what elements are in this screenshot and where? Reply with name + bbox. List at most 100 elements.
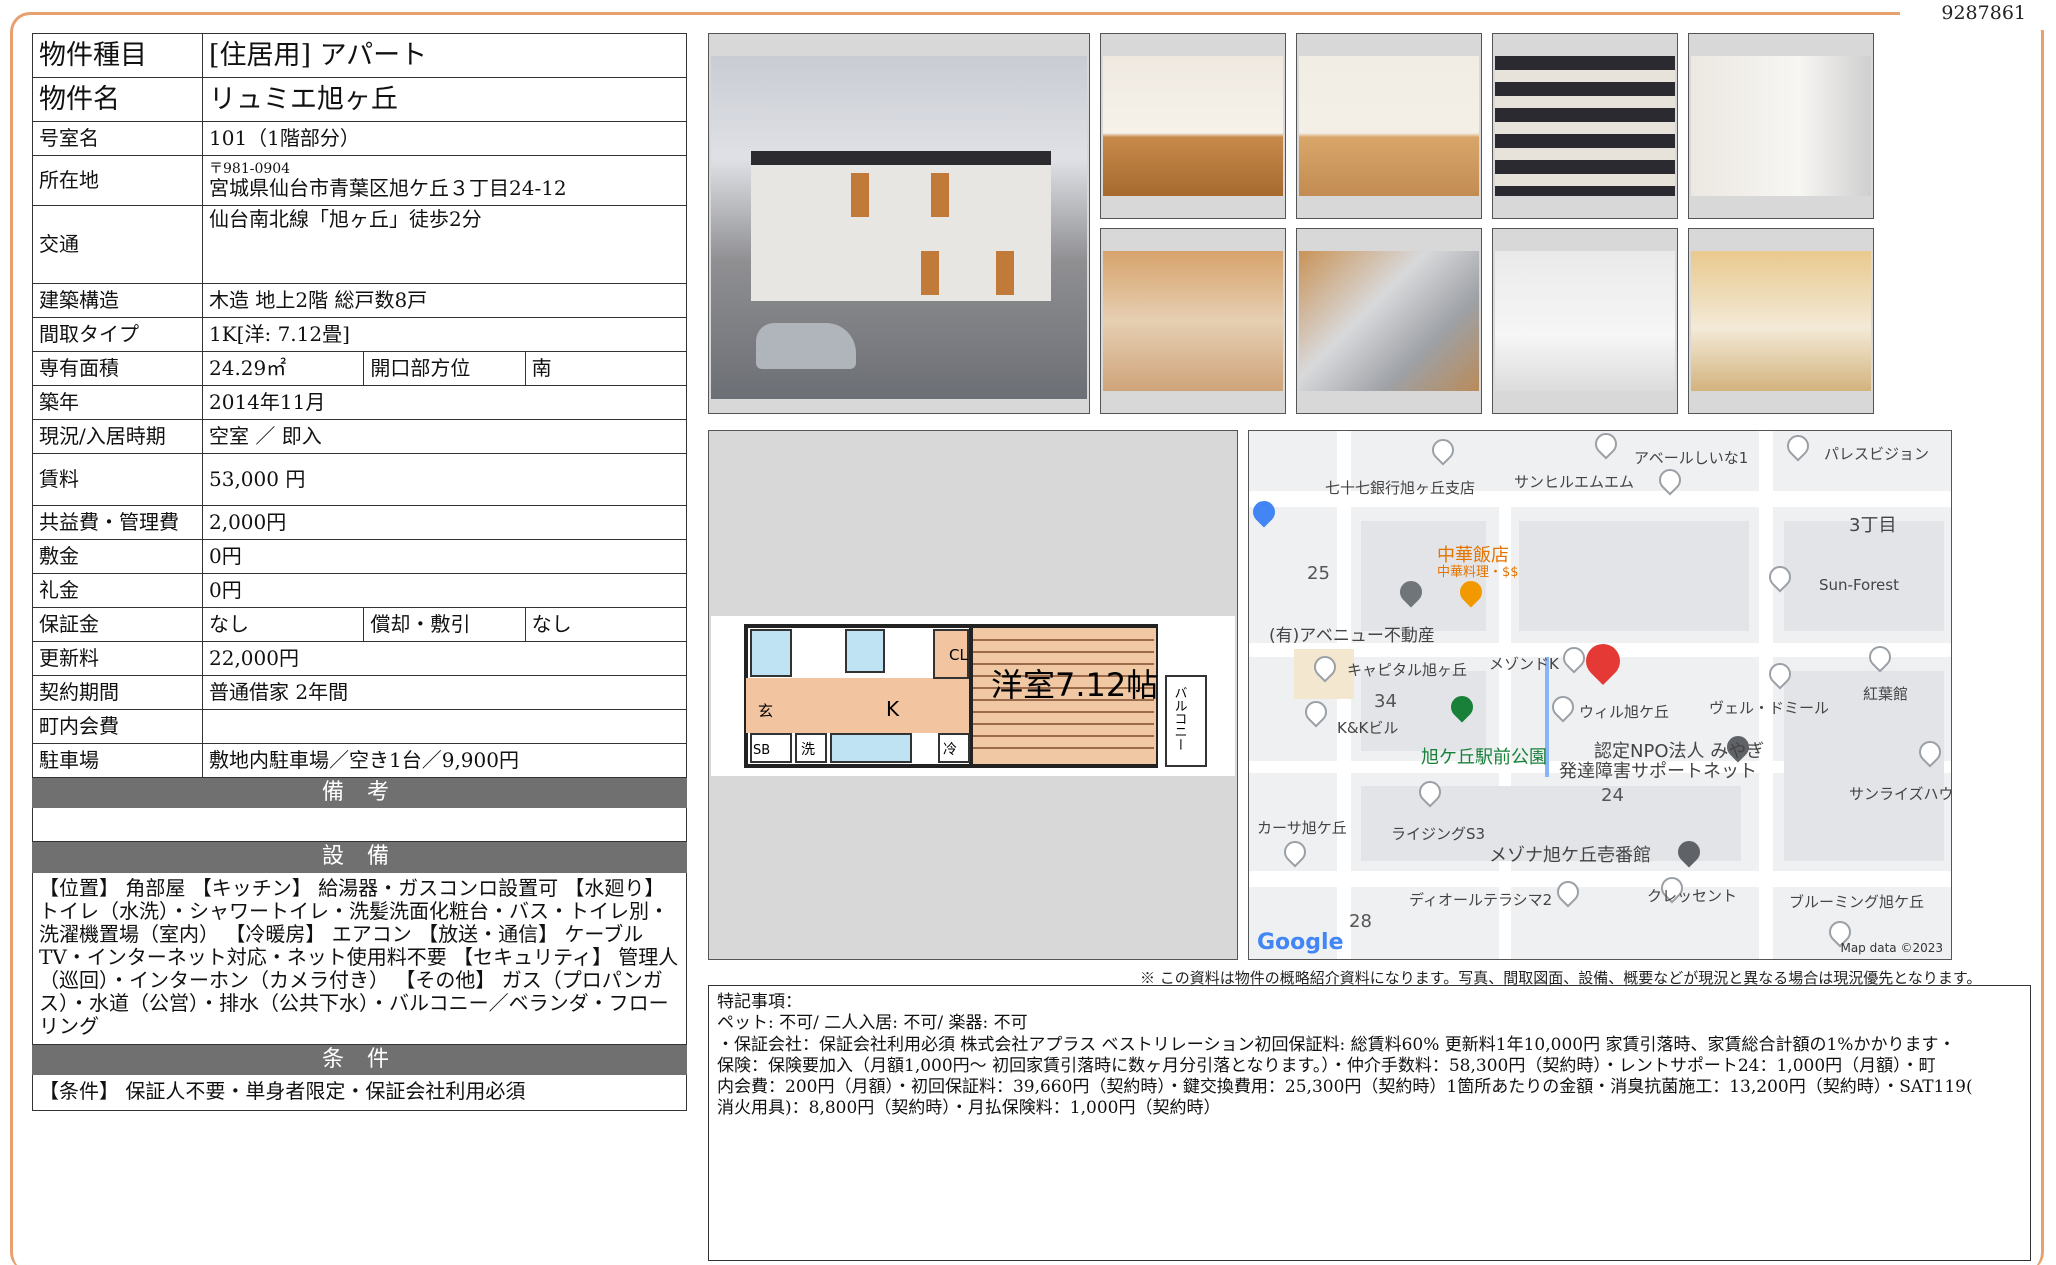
map-block-number: 34	[1374, 691, 1397, 712]
fee-label: 共益費・管理費	[32, 505, 203, 540]
rent-label: 賃料	[32, 453, 203, 506]
parking-value: 敷地内駐車場／空き1台／9,900円	[202, 743, 687, 778]
orientation-value: 南	[524, 351, 688, 386]
map-label: 七十七銀行旭ヶ丘支店	[1325, 479, 1476, 497]
map-label: 発達障害サポートネット	[1559, 761, 1757, 782]
car-illustration	[756, 323, 856, 369]
renewal-label: 更新料	[32, 641, 203, 676]
plan-room-label: 洋室7.12帖	[991, 666, 1158, 704]
parking-label: 駐車場	[32, 743, 203, 778]
key-money-label: 礼金	[32, 573, 203, 608]
room-photo-8	[1688, 228, 1874, 414]
map-label: ウィル旭ケ丘	[1579, 703, 1670, 721]
amortization-label: 償却・敷引	[363, 607, 526, 642]
orientation-label: 開口部方位	[363, 351, 526, 386]
renewal-value: 22,000円	[202, 641, 687, 676]
transit-label: 交通	[32, 205, 203, 284]
status-label: 現況/入居時期	[32, 419, 203, 454]
built-label: 築年	[32, 385, 203, 420]
plan-fridge-label: 冷	[943, 742, 957, 758]
room-label: 号室名	[32, 121, 203, 156]
type-label: 物件種目	[32, 33, 203, 78]
contract-value: 普通借家 2年間	[202, 675, 687, 710]
area-label: 専有面積	[32, 351, 203, 386]
map-block-number: 28	[1349, 911, 1372, 932]
room-photo-1	[1100, 33, 1286, 219]
equipment-text: 【位置】 角部屋 【キッチン】 給湯器・ガスコンロ設置可 【水廻り】 トイレ（水…	[32, 871, 687, 1045]
name-label: 物件名	[32, 77, 203, 122]
map-label: サンヒルエムエム	[1514, 473, 1635, 491]
floor-plan: CL 洋室7.12帖 K 玄 SB 洗 冷 バルコニー	[708, 430, 1238, 960]
fee-value: 2,000円	[202, 505, 687, 540]
floor-plan-drawing: CL 洋室7.12帖 K 玄 SB 洗 冷 バルコニー	[744, 624, 1207, 768]
special-line: 消火用具)：8,800円（契約時）・月払保険料：1,000円（契約時）	[717, 1098, 1221, 1119]
property-table: 物件種目 [住居用] アパート 物件名 リュミエ旭ヶ丘 号室名 101（1階部分） 所…	[32, 33, 688, 1111]
map-label: ブルーミング旭ケ丘	[1789, 893, 1925, 911]
special-line: 保険：保険要加入（月額1,000円〜 初回家賃引落時に数ヶ月分引落となります。）…	[717, 1055, 1936, 1076]
map-label: Sun-Forest	[1819, 576, 1899, 594]
map-label: 紅葉館	[1863, 685, 1909, 703]
exterior-photo	[708, 33, 1090, 414]
room-photo-2	[1296, 33, 1482, 219]
structure-label: 建築構造	[32, 283, 203, 318]
plan-entrance-label: 玄	[758, 702, 773, 720]
layout-value: 1K[洋: 7.12畳]	[202, 317, 687, 352]
area-value: 24.29㎡	[201, 351, 365, 386]
map-label: アベールしいな1	[1634, 449, 1749, 467]
map-label: K&Kビル	[1337, 719, 1399, 737]
special-line: ・保証会社：保証会社利用必須 株式会社アプラス ベストリレーション初回保証料: …	[717, 1034, 1956, 1055]
conditions-header: 条 件	[32, 1043, 687, 1075]
map-label: サンライズハウ	[1849, 785, 1952, 803]
location-map[interactable]: アベールしいな1 パレスビジョン 七十七銀行旭ヶ丘支店 サンヒルエムエム 3丁目…	[1248, 430, 1952, 960]
document-number: 9287861	[1941, 2, 2026, 24]
remarks-header: 備 考	[32, 776, 687, 809]
map-label: クレッセント	[1647, 887, 1738, 905]
room-photo-5	[1100, 228, 1286, 414]
key-money-value: 0円	[202, 573, 687, 608]
contract-label: 契約期間	[32, 675, 203, 710]
room-value: 101（1階部分）	[202, 121, 687, 156]
map-label: 中華料理・$$	[1437, 565, 1519, 580]
amortization-value: なし	[524, 607, 688, 642]
transit-value: 仙台南北線「旭ヶ丘」徒歩2分	[202, 205, 687, 284]
rent-value: 53,000 円	[202, 453, 687, 506]
plan-k-label: K	[886, 697, 900, 721]
room-photo-7	[1492, 228, 1678, 414]
plan-cl-label: CL	[949, 646, 968, 664]
map-label: ライジングS3	[1391, 825, 1486, 843]
room-photo-4	[1688, 33, 1874, 219]
special-notes: 特記事項： ペット: 不可/ 二人入居: 不可/ 楽器: 不可 ・保証会社：保証…	[708, 985, 2031, 1261]
map-label: 3丁目	[1849, 515, 1897, 536]
remarks-text	[32, 807, 687, 843]
special-line: ペット: 不可/ 二人入居: 不可/ 楽器: 不可	[717, 1013, 1028, 1034]
deposit-value: 0円	[202, 539, 687, 574]
status-value: 空室 ／ 即入	[202, 419, 687, 454]
name-value: リュミエ旭ヶ丘	[202, 77, 687, 122]
map-label: ヴェル・ドミール	[1709, 699, 1830, 717]
map-label: ディオールテラシマ2	[1409, 891, 1553, 909]
guarantee-label: 保証金	[32, 607, 203, 642]
room-photo-6	[1296, 228, 1482, 414]
neighborhood-label: 町内会費	[32, 709, 203, 744]
conditions-text: 【条件】 保証人不要・単身者限定・保証会社利用必須	[32, 1073, 687, 1111]
type-value: [住居用] アパート	[202, 33, 687, 78]
plan-balcony-label: バルコニー	[1172, 686, 1188, 751]
plan-sb-label: SB	[753, 743, 770, 758]
map-label: カーサ旭ケ丘	[1257, 819, 1347, 837]
deposit-label: 敷金	[32, 539, 203, 574]
google-logo: Google	[1257, 930, 1344, 955]
map-label: メゾンドK	[1489, 655, 1559, 673]
zip-code: 〒981-0904	[209, 160, 291, 177]
special-line: 内会費：200円（月額）・初回保証料：39,660円（契約時）・鍵交換費用：25…	[717, 1077, 1973, 1097]
address-value: 宮城県仙台市青葉区旭ケ丘３丁目24-12	[209, 176, 567, 201]
address-cell: 〒981-0904 宮城県仙台市青葉区旭ケ丘３丁目24-12	[202, 155, 687, 206]
map-attribution[interactable]: Map data ©2023	[1840, 941, 1943, 955]
plan-wash-label: 洗	[801, 742, 815, 758]
structure-value: 木造 地上2階 総戸数8戸	[202, 283, 687, 318]
map-block-number: 24	[1601, 785, 1624, 806]
built-value: 2014年11月	[202, 385, 687, 420]
special-title: 特記事項：	[717, 992, 802, 1012]
address-label: 所在地	[32, 155, 203, 206]
equipment-header: 設 備	[32, 841, 687, 873]
guarantee-value: なし	[201, 607, 365, 642]
